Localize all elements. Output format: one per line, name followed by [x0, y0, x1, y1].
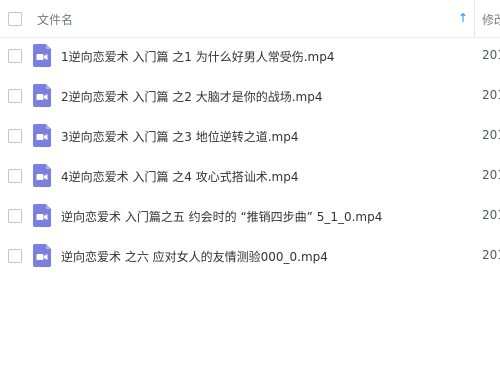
modified-date: 201: [482, 168, 500, 182]
row-checkbox[interactable]: [8, 169, 22, 183]
video-file-icon: [33, 244, 51, 267]
row-checkbox[interactable]: [8, 209, 22, 223]
file-row[interactable]: 逆向恋爱术 入门篇之五 约会时的 “推销四步曲” 5_1_0.mp4 201: [0, 196, 500, 236]
file-row[interactable]: 3逆向恋爱术 入门篇 之3 地位逆转之道.mp4 201: [0, 116, 500, 156]
video-file-icon: [33, 44, 51, 67]
video-file-icon: [33, 164, 51, 187]
list-header: 文件名 ↑ 修改: [0, 0, 500, 38]
file-name[interactable]: 逆向恋爱术 入门篇之五 约会时的 “推销四步曲” 5_1_0.mp4: [61, 208, 382, 225]
file-row[interactable]: 2逆向恋爱术 入门篇 之2 大脑才是你的战场.mp4 201: [0, 76, 500, 116]
select-all-checkbox[interactable]: [8, 12, 22, 26]
video-file-icon: [33, 84, 51, 107]
file-list: 文件名 ↑ 修改 1逆向恋爱术 入门篇 之1 为什么好男人常受伤.mp4 201…: [0, 0, 500, 387]
modified-date: 201: [482, 48, 500, 62]
file-name[interactable]: 2逆向恋爱术 入门篇 之2 大脑才是你的战场.mp4: [61, 88, 322, 105]
column-header-filename[interactable]: 文件名: [37, 11, 73, 28]
video-file-icon: [33, 204, 51, 227]
file-row[interactable]: 1逆向恋爱术 入门篇 之1 为什么好男人常受伤.mp4 201: [0, 36, 500, 76]
video-file-icon: [33, 124, 51, 147]
column-divider[interactable]: [474, 0, 475, 38]
row-checkbox[interactable]: [8, 129, 22, 143]
file-name[interactable]: 4逆向恋爱术 入门篇 之4 攻心式搭讪术.mp4: [61, 168, 298, 185]
column-header-modified[interactable]: 修改: [482, 11, 500, 28]
file-row[interactable]: 4逆向恋爱术 入门篇 之4 攻心式搭讪术.mp4 201: [0, 156, 500, 196]
modified-date: 201: [482, 208, 500, 222]
modified-date: 201: [482, 128, 500, 142]
row-checkbox[interactable]: [8, 49, 22, 63]
row-checkbox[interactable]: [8, 89, 22, 103]
file-name[interactable]: 3逆向恋爱术 入门篇 之3 地位逆转之道.mp4: [61, 128, 298, 145]
modified-date: 201: [482, 248, 500, 262]
file-name[interactable]: 逆向恋爱术 之六 应对女人的友情测验000_0.mp4: [61, 248, 328, 265]
sort-asc-arrow-icon[interactable]: ↑: [458, 11, 468, 25]
file-name[interactable]: 1逆向恋爱术 入门篇 之1 为什么好男人常受伤.mp4: [61, 48, 334, 65]
row-checkbox[interactable]: [8, 249, 22, 263]
file-row[interactable]: 逆向恋爱术 之六 应对女人的友情测验000_0.mp4 201: [0, 236, 500, 276]
modified-date: 201: [482, 88, 500, 102]
